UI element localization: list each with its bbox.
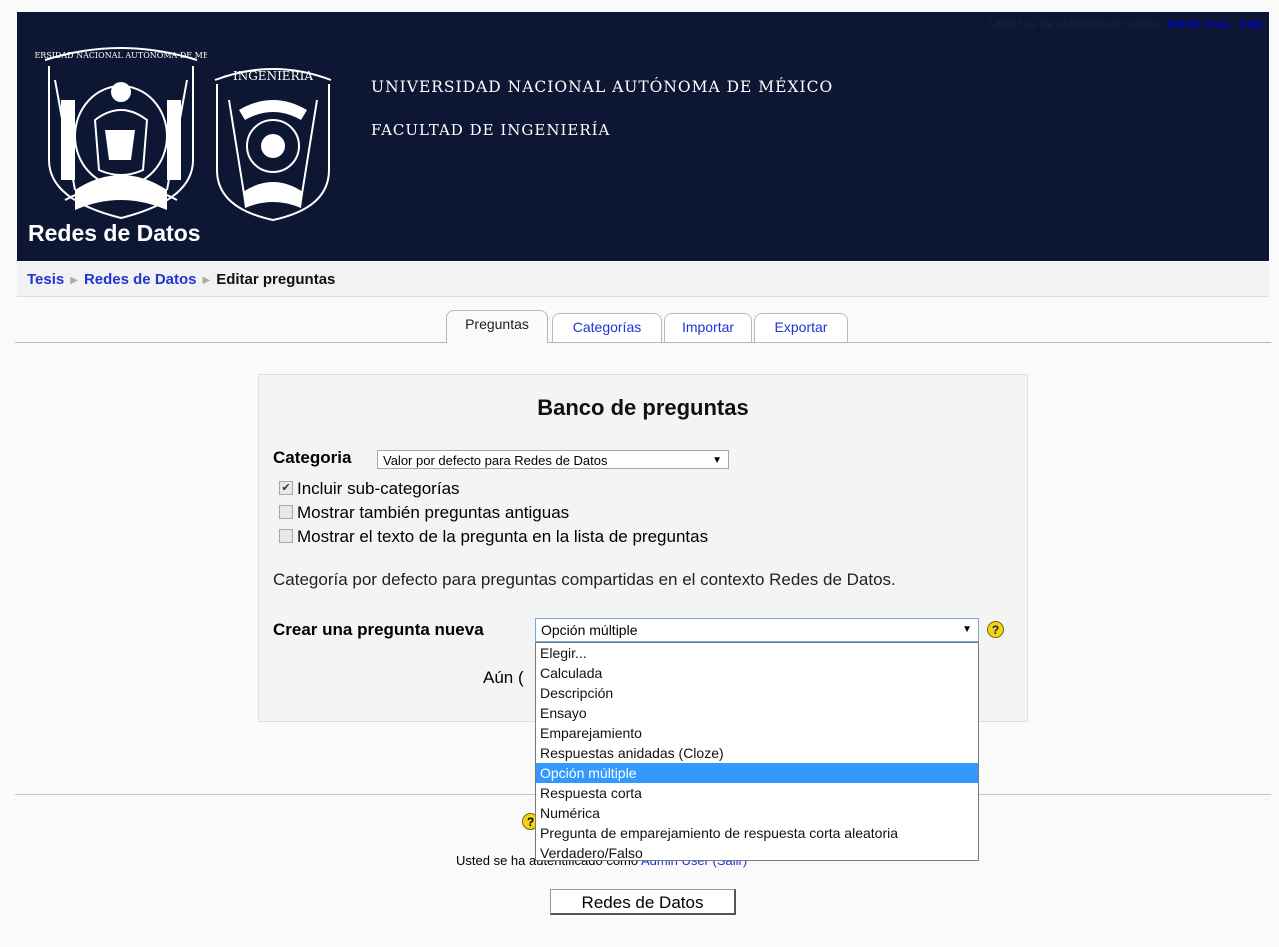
header-logout-link[interactable]: Salir: [1239, 17, 1263, 31]
dropdown-option[interactable]: Calculada: [536, 663, 978, 683]
dropdown-option[interactable]: Respuesta corta: [536, 783, 978, 803]
tab-exportar[interactable]: Exportar: [754, 313, 848, 342]
course-home-button[interactable]: Redes de Datos: [550, 889, 736, 915]
new-question-select-value: Opción múltiple: [541, 622, 638, 638]
tab-label[interactable]: Importar: [682, 319, 734, 335]
no-questions-text: Aún (: [483, 668, 524, 687]
category-label: Categoria: [273, 448, 352, 467]
triangle-right-icon: ▶: [70, 275, 78, 286]
dropdown-option[interactable]: Elegir...: [536, 643, 978, 663]
checkbox-label: Mostrar el texto de la pregunta en la li…: [297, 527, 709, 546]
fi-logo-text: INGENIERIA: [233, 69, 313, 83]
category-select-value: Valor por defecto para Redes de Datos: [383, 453, 608, 468]
checkbox-include-subcategories[interactable]: ✔ Incluir sub-categorías: [279, 479, 460, 499]
header-login-prefix: Usted se ha autentificado como: [989, 17, 1158, 31]
header-login-user-link[interactable]: Admin User: [1167, 17, 1230, 31]
checkbox-unchecked-icon[interactable]: [279, 504, 293, 519]
checkbox-show-old-questions[interactable]: Mostrar también preguntas antiguas: [279, 503, 569, 523]
category-select[interactable]: Valor por defecto para Redes de Datos ▼: [377, 450, 729, 469]
breadcrumb-link-tesis[interactable]: Tesis: [27, 271, 64, 288]
checkbox-checked-icon[interactable]: ✔: [279, 480, 293, 495]
breadcrumb-link-course[interactable]: Redes de Datos: [84, 271, 197, 288]
tab-bar: Preguntas Categorías Importar Exportar: [0, 306, 1279, 343]
dropdown-option[interactable]: Respuestas anidadas (Cloze): [536, 743, 978, 763]
header-login-info: Usted se ha autentificado como Admin Use…: [990, 17, 1264, 31]
triangle-right-icon: ▶: [202, 275, 211, 286]
breadcrumb: Tesis ▶ Redes de Datos ▶ Editar preguntas: [17, 262, 1269, 297]
checkbox-show-question-text[interactable]: Mostrar el texto de la pregunta en la li…: [279, 527, 708, 547]
triangle-down-icon: ▼: [712, 455, 722, 466]
question-mark-help-icon[interactable]: ?: [987, 621, 1004, 638]
new-question-select[interactable]: Opción múltiple ▼: [535, 618, 979, 642]
checkbox-label: Incluir sub-categorías: [297, 479, 460, 498]
dropdown-option[interactable]: Emparejamiento: [536, 723, 978, 743]
dropdown-option[interactable]: Numérica: [536, 803, 978, 823]
site-name: Redes de Datos: [28, 220, 201, 246]
tab-importar[interactable]: Importar: [664, 313, 752, 342]
category-info-text: Categoría por defecto para preguntas com…: [273, 570, 896, 589]
university-name: UNIVERSIDAD NACIONAL AUTÓNOMA DE MÉXICO: [371, 78, 834, 96]
unam-logo: UNIVERSIDAD NACIONAL AUTONOMA DE MEXICO: [35, 47, 207, 220]
tab-categorias[interactable]: Categorías: [552, 313, 662, 342]
checkbox-label: Mostrar también preguntas antiguas: [297, 503, 570, 522]
tab-label[interactable]: Exportar: [775, 319, 828, 335]
dropdown-option[interactable]: Ensayo: [536, 703, 978, 723]
tab-preguntas[interactable]: Preguntas: [446, 310, 548, 343]
dropdown-option-selected[interactable]: Opción múltiple: [536, 763, 978, 783]
panel-title: Banco de preguntas: [537, 395, 749, 420]
triangle-down-icon: ▼: [962, 624, 972, 635]
faculty-name: FACULTAD DE INGENIERÍA: [371, 121, 611, 139]
site-header: Usted se ha autentificado como Admin Use…: [17, 12, 1269, 261]
question-type-dropdown-list[interactable]: Elegir... Calculada Descripción Ensayo E…: [535, 642, 979, 861]
breadcrumb-current: Editar preguntas: [216, 271, 336, 288]
new-question-label: Crear una pregunta nueva: [273, 620, 484, 639]
checkbox-unchecked-icon[interactable]: [279, 528, 293, 543]
unam-logo-text: UNIVERSIDAD NACIONAL AUTONOMA DE MEXICO: [35, 51, 207, 60]
dropdown-option[interactable]: Pregunta de emparejamiento de respuesta …: [536, 823, 978, 843]
dropdown-option[interactable]: Descripción: [536, 683, 978, 703]
dropdown-option[interactable]: Verdadero/Falso: [536, 843, 978, 863]
tab-label[interactable]: Categorías: [573, 319, 641, 335]
fi-logo: INGENIERIA: [214, 68, 332, 222]
tab-label: Preguntas: [465, 316, 529, 332]
